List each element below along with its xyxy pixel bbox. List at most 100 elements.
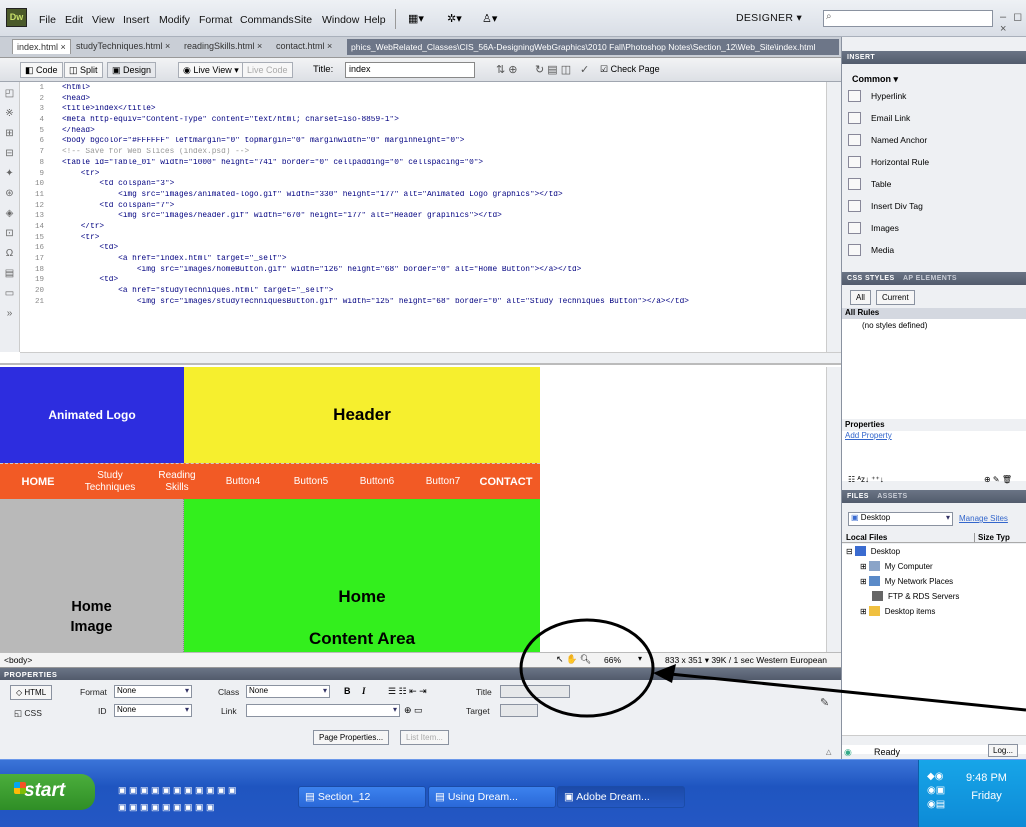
site-select[interactable]: ▣ Desktop ▾: [848, 512, 953, 526]
zoom-level[interactable]: 66%: [604, 655, 621, 665]
validate-icon[interactable]: ✓: [580, 63, 589, 76]
extend-icon[interactable]: ✲▾: [447, 12, 462, 25]
live-view-button[interactable]: ◉ Live View ▾: [178, 62, 244, 78]
comment-icon[interactable]: ▭: [0, 284, 19, 304]
task-section12[interactable]: ▤ Section_12: [298, 786, 426, 808]
insert-item-horizontal-rule[interactable]: Horizontal Rule: [848, 151, 1018, 173]
html-mode-button[interactable]: ◇ HTML: [10, 685, 53, 700]
design-view-button[interactable]: ▣ Design: [107, 62, 157, 78]
page-properties-button[interactable]: Page Properties...: [313, 730, 390, 745]
design-vertical-scrollbar[interactable]: [826, 367, 841, 652]
code-line[interactable]: <head>: [62, 95, 822, 106]
bold-button[interactable]: B: [344, 686, 351, 696]
code-line[interactable]: <body bgcolor="#FFFFFF" leftmargin="0" t…: [62, 137, 822, 148]
css-view-toggle-icon[interactable]: ☷ ᴬz↓ ⁺⁺↓: [848, 475, 884, 484]
css-mode-button[interactable]: ◱ CSS: [14, 708, 42, 719]
tab-files[interactable]: FILES: [847, 493, 869, 500]
code-line[interactable]: <td>: [62, 276, 822, 287]
code-line[interactable]: <tr>: [62, 234, 822, 245]
task-adobe-dreamweaver[interactable]: ▣ Adobe Dream...: [557, 786, 685, 808]
format-select[interactable]: None ▾: [114, 685, 192, 698]
menu-modify[interactable]: Modify: [159, 14, 190, 26]
menu-format[interactable]: Format: [199, 14, 232, 26]
tag-selector[interactable]: <body>: [4, 655, 32, 665]
quick-tag-editor-icon[interactable]: ✎: [820, 696, 829, 709]
zoom-dropdown-icon[interactable]: ▾: [638, 654, 642, 663]
insert-category-select[interactable]: Common ▾: [852, 74, 898, 85]
add-property-link[interactable]: Add Property: [842, 431, 1026, 481]
css-current-button[interactable]: Current: [876, 290, 915, 305]
tree-desktop[interactable]: ⊟ Desktop: [846, 546, 900, 556]
menu-window[interactable]: Window: [322, 14, 359, 26]
log-button[interactable]: Log...: [988, 744, 1019, 757]
tray-icons[interactable]: ◆◉ ◉▣ ◉▤: [927, 770, 945, 812]
code-vertical-scrollbar[interactable]: [826, 82, 841, 352]
title-prop-input[interactable]: [500, 685, 570, 698]
nav-study-techniques[interactable]: Study Techniques: [72, 464, 148, 500]
wrap-icon[interactable]: ▤: [0, 264, 19, 284]
tab-reading-skills[interactable]: readingSkills.html ×: [184, 41, 262, 51]
check-page-button[interactable]: ☑ Check Page: [600, 64, 660, 75]
code-line[interactable]: <html>: [62, 84, 822, 95]
code-line[interactable]: <img src="images/studyTechniquesButton.g…: [62, 298, 822, 309]
code-line[interactable]: <meta http-equiv="Content-Type" content=…: [62, 116, 822, 127]
syntax-error-icon[interactable]: Ω: [0, 244, 19, 264]
link-input[interactable]: ▾: [246, 704, 400, 717]
target-select[interactable]: [500, 704, 538, 717]
insert-item-insert-div-tag[interactable]: Insert Div Tag: [848, 195, 1018, 217]
code-line[interactable]: <td>: [62, 244, 822, 255]
code-line[interactable]: <td colspan="3">: [62, 180, 822, 191]
list-buttons-icon[interactable]: ☰ ☷ ⇤ ⇥: [388, 686, 427, 697]
nav-button5[interactable]: Button5: [280, 464, 342, 500]
home-image-cell[interactable]: Home Image: [0, 499, 184, 652]
insert-item-hyperlink[interactable]: Hyperlink: [848, 85, 1018, 107]
nav-home[interactable]: HOME: [8, 464, 68, 500]
quick-launch[interactable]: ▣ ▣ ▣ ▣ ▣ ▣ ▣ ▣ ▣ ▣ ▣ ▣ ▣ ▣ ▣ ▣ ▣ ▣ ▣ ▣: [118, 782, 286, 816]
code-pane[interactable]: ◰ ※ ⊞ ⊟ ✦ ⊛ ◈ ⊡ Ω ▤ ▭ » 1 2 3 4 5 6 7 8 9 10 11 12 1…: [0, 82, 841, 365]
code-line[interactable]: </tr>: [62, 223, 822, 234]
css-all-button[interactable]: All: [850, 290, 871, 305]
balance-braces-icon[interactable]: ⊛: [0, 184, 19, 204]
refresh-icon[interactable]: ↻ ▤ ◫: [535, 63, 571, 76]
collapse-selection-icon[interactable]: ⊞: [0, 124, 19, 144]
title-input[interactable]: index: [345, 62, 475, 78]
code-line[interactable]: <tr>: [62, 170, 822, 181]
code-editor[interactable]: <html> <head> <title>index</title> <meta ht…: [62, 84, 822, 308]
file-management-icon[interactable]: ⇅ ⊕: [496, 63, 518, 76]
clock[interactable]: 9:48 PM Friday: [966, 772, 1007, 802]
tab-study-techniques[interactable]: studyTechniques.html ×: [76, 41, 170, 51]
menu-file[interactable]: File: [39, 14, 56, 26]
collapse-tag-icon[interactable]: ※: [0, 104, 19, 124]
code-horizontal-scrollbar[interactable]: [20, 352, 841, 363]
code-line[interactable]: <a href="index.html" target="_self">: [62, 255, 822, 266]
id-select[interactable]: None ▾: [114, 704, 192, 717]
select-tool-icon[interactable]: ↖ ✋ 🔍︎: [556, 654, 591, 665]
tab-contact[interactable]: contact.html ×: [276, 41, 332, 51]
menu-help[interactable]: Help: [364, 14, 386, 26]
code-line[interactable]: <title>index</title>: [62, 105, 822, 116]
insert-item-media[interactable]: Media: [848, 239, 1018, 261]
tree-desktop-items[interactable]: ⊞ Desktop items: [860, 606, 935, 616]
collapse-arrow-icon[interactable]: △: [826, 748, 831, 756]
code-line[interactable]: <img src="images/animated-logo.gif" widt…: [62, 191, 822, 202]
code-line[interactable]: <img src="images/header.gif" width="670"…: [62, 212, 822, 223]
menu-edit[interactable]: Edit: [65, 14, 83, 26]
code-line[interactable]: <img src="images/homeButton.gif" width="…: [62, 266, 822, 277]
nav-reading-skills[interactable]: Reading Skills: [148, 464, 206, 500]
menu-view[interactable]: View: [92, 14, 115, 26]
task-using-dreamweaver[interactable]: ▤ Using Dream...: [428, 786, 556, 808]
code-line[interactable]: <a href="studyTechniques.html" target="_…: [62, 287, 822, 298]
manage-sites-link[interactable]: Manage Sites: [959, 514, 1008, 523]
menu-insert[interactable]: Insert: [123, 14, 149, 26]
workspace-switcher[interactable]: DESIGNER ▾: [736, 12, 802, 24]
nav-button6[interactable]: Button6: [346, 464, 408, 500]
animated-logo-cell[interactable]: Animated Logo: [0, 367, 184, 463]
tree-network-places[interactable]: ⊞ My Network Places: [860, 576, 953, 586]
insert-item-email-link[interactable]: Email Link: [848, 107, 1018, 129]
live-code-button[interactable]: Live Code: [242, 62, 293, 78]
help-search-input[interactable]: ⌕: [823, 10, 993, 27]
css-actions-icon[interactable]: ⊕ ✎ 🗑︎: [984, 475, 1012, 484]
nav-button7[interactable]: Button7: [412, 464, 474, 500]
code-line[interactable]: <td colspan="7">: [62, 202, 822, 213]
highlight-invalid-icon[interactable]: ⊡: [0, 224, 19, 244]
